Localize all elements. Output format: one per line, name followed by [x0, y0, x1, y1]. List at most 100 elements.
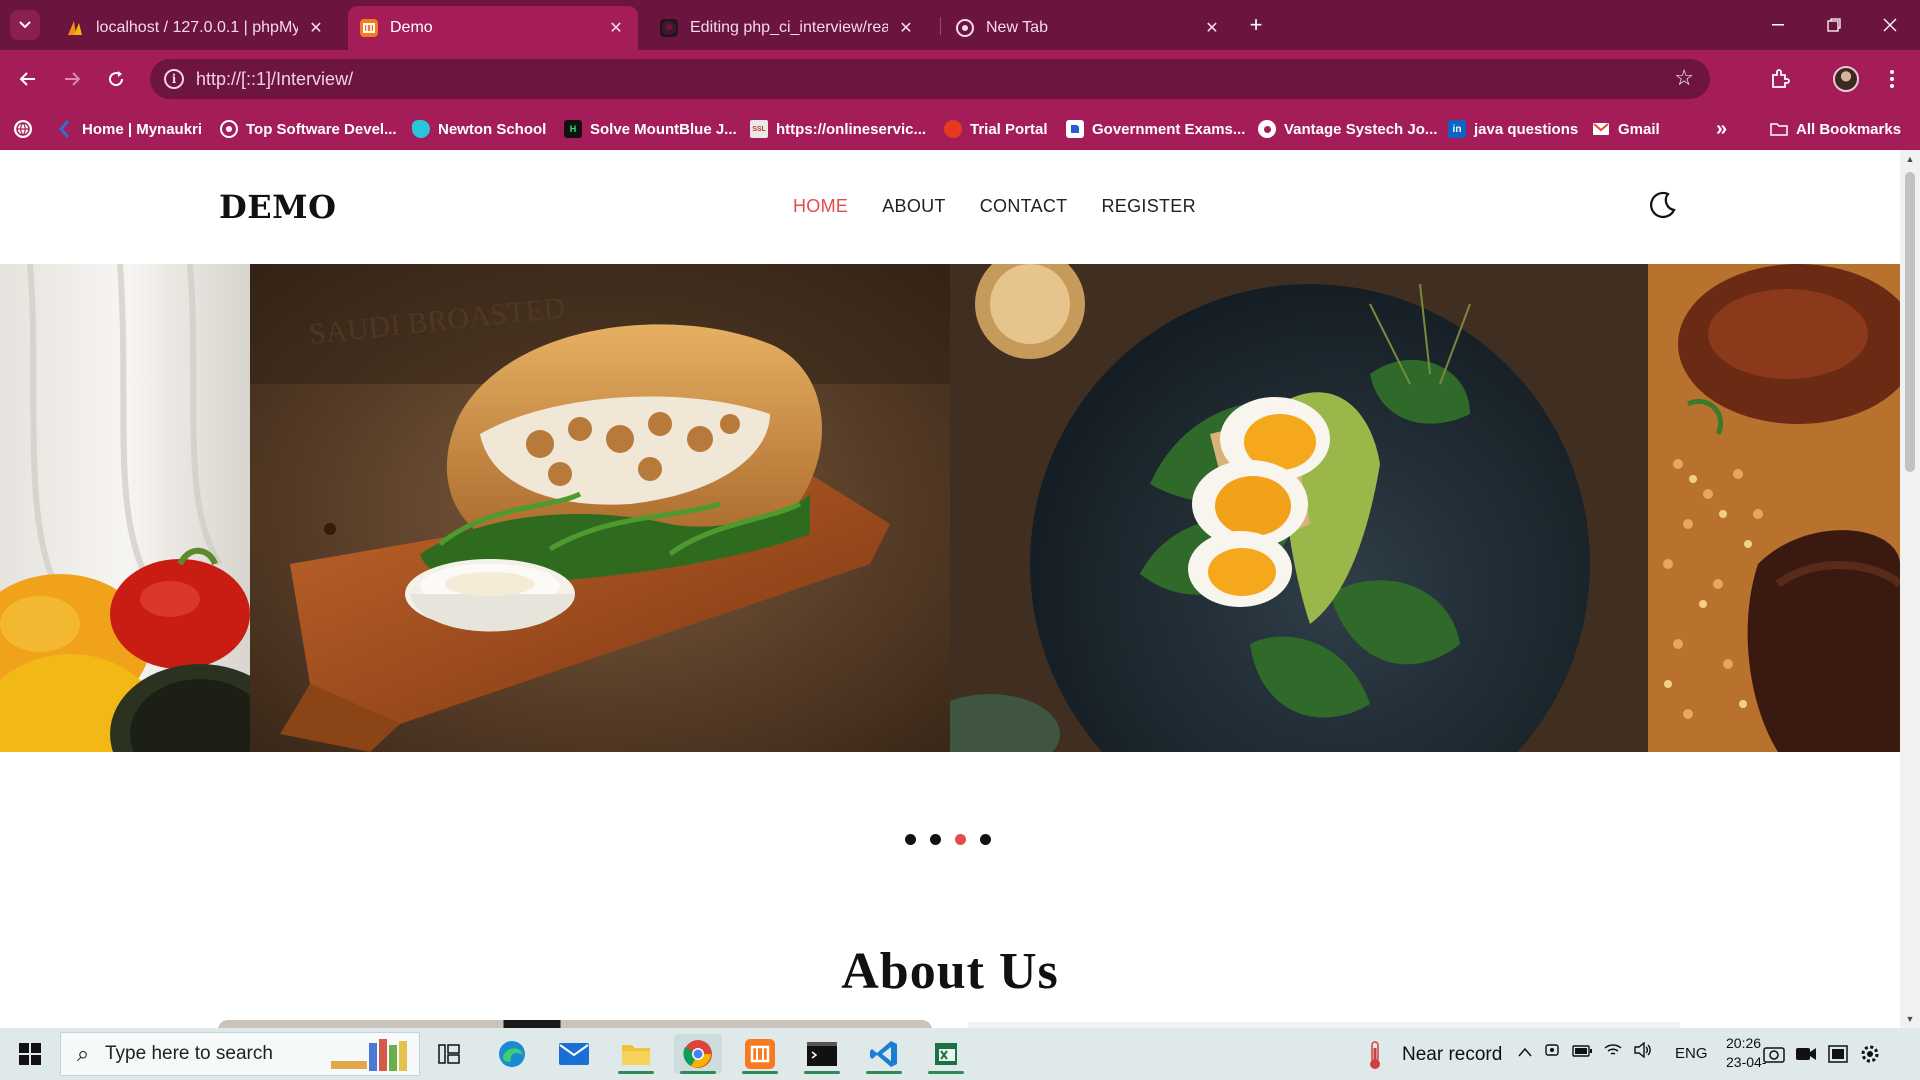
clock[interactable]: 20:26 23-04-	[1726, 1034, 1766, 1072]
bookmark-item[interactable]: Newton School	[412, 118, 546, 140]
close-window-button[interactable]	[1862, 0, 1918, 50]
bookmark-item[interactable]: Vantage Systech Jo...	[1258, 118, 1437, 140]
url-text[interactable]: http://[::1]/Interview/	[196, 69, 353, 90]
gmail-icon	[1592, 120, 1610, 138]
address-bar[interactable]: i http://[::1]/Interview/ ☆	[150, 59, 1710, 99]
tab-search-button[interactable]	[10, 10, 40, 40]
terminal-icon	[807, 1042, 837, 1066]
settings-icon[interactable]	[1858, 1042, 1882, 1066]
back-button[interactable]	[12, 63, 44, 95]
page-scrollbar[interactable]: ▲ ▼	[1900, 150, 1920, 1028]
bookmark-item[interactable]: SSL https://onlineservic...	[750, 118, 926, 140]
taskbar-excel[interactable]	[922, 1034, 970, 1074]
avatar	[1833, 66, 1859, 92]
search-icon: ⌕	[76, 1041, 90, 1066]
screen-capture-icon[interactable]	[1762, 1042, 1786, 1066]
linkedin-icon: in	[1448, 120, 1466, 138]
bookmark-star-icon[interactable]: ☆	[1674, 65, 1694, 91]
taskbar-search[interactable]: ⌕ Type here to search	[60, 1032, 420, 1076]
volume-icon[interactable]	[1634, 1041, 1652, 1063]
meet-now-icon[interactable]	[1544, 1042, 1560, 1063]
scroll-down-arrow-icon[interactable]: ▼	[1904, 1014, 1916, 1024]
xampp-icon	[360, 19, 378, 37]
taskbar-edge[interactable]	[488, 1034, 536, 1074]
minimize-button[interactable]	[1750, 0, 1806, 50]
bookmark-item[interactable]: in java questions	[1448, 118, 1578, 140]
window-snap-icon[interactable]	[1826, 1042, 1850, 1066]
carousel-dot[interactable]	[980, 834, 991, 845]
bookmark-item[interactable]: Trial Portal	[944, 118, 1048, 140]
bookmark-label: https://onlineservic...	[776, 120, 927, 138]
globe-icon	[14, 120, 32, 138]
all-bookmarks-button[interactable]: All Bookmarks	[1770, 118, 1901, 140]
nav-home[interactable]: HOME	[793, 196, 848, 217]
puzzle-icon	[1772, 69, 1790, 88]
extensions-button[interactable]	[1764, 63, 1796, 95]
bookmark-label: All Bookmarks	[1796, 120, 1902, 138]
start-button[interactable]	[10, 1038, 50, 1070]
scroll-thumb[interactable]	[1905, 172, 1915, 472]
bookmark-label: Government Exams...	[1092, 120, 1246, 138]
taskbar-vscode[interactable]	[860, 1034, 908, 1074]
bookmarks-overflow-button[interactable]: »	[1716, 118, 1727, 140]
profile-button[interactable]	[1830, 63, 1862, 95]
about-image	[218, 1020, 932, 1028]
restore-button[interactable]	[1806, 0, 1862, 50]
theme-toggle-button[interactable]	[1646, 188, 1680, 222]
mail-icon	[559, 1043, 589, 1065]
windows-icon	[19, 1043, 41, 1065]
tab-github[interactable]: Editing php_ci_interview/readme ✕	[648, 6, 928, 50]
spreadsheet-icon	[935, 1043, 957, 1065]
taskbar-task-view[interactable]	[425, 1034, 473, 1074]
wifi-icon[interactable]	[1604, 1043, 1622, 1062]
bookmark-item[interactable]: Government Exams...	[1066, 118, 1245, 140]
restore-icon	[1827, 18, 1841, 32]
bookmark-item[interactable]: Home | Mynaukri	[56, 118, 202, 140]
video-camera-icon[interactable]	[1794, 1042, 1818, 1066]
battery-icon[interactable]	[1572, 1044, 1592, 1062]
carousel-dot[interactable]	[905, 834, 916, 845]
windows-taskbar: ⌕ Type here to search Near record ENG 20…	[0, 1028, 1920, 1080]
tab-title: Editing php_ci_interview/readme	[690, 19, 888, 36]
hackerearth-icon: H	[564, 120, 582, 138]
tab-demo[interactable]: Demo ✕	[348, 6, 638, 50]
bookmark-item[interactable]: Gmail	[1592, 118, 1660, 140]
bookmark-item[interactable]: Top Software Devel...	[220, 118, 397, 140]
carousel-dot-active[interactable]	[955, 834, 966, 845]
tab-close-icon[interactable]: ✕	[306, 18, 326, 38]
tab-close-icon[interactable]: ✕	[896, 18, 916, 38]
task-view-icon	[438, 1044, 460, 1064]
nav-about[interactable]: ABOUT	[882, 196, 946, 217]
taskbar-terminal[interactable]	[798, 1034, 846, 1074]
taskbar-mail[interactable]	[550, 1034, 598, 1074]
hero-carousel[interactable]: SAUDI BROASTED	[0, 264, 1900, 752]
tab-close-icon[interactable]: ✕	[606, 18, 626, 38]
tab-new-tab[interactable]: New Tab ✕	[944, 6, 1234, 50]
govexam-icon	[1066, 120, 1084, 138]
bookmark-label: Newton School	[438, 120, 547, 138]
xampp-icon	[745, 1039, 775, 1069]
chevron-up-icon[interactable]	[1518, 1044, 1532, 1062]
reload-button[interactable]	[100, 63, 132, 95]
browser-menu-button[interactable]	[1876, 63, 1908, 95]
tab-close-icon[interactable]: ✕	[1202, 18, 1222, 38]
taskbar-file-explorer[interactable]	[612, 1034, 660, 1074]
vscode-icon	[870, 1041, 897, 1067]
nav-contact[interactable]: CONTACT	[980, 196, 1068, 217]
forward-button[interactable]	[56, 63, 88, 95]
language-indicator[interactable]: ENG	[1675, 1045, 1708, 1062]
arrow-right-icon	[65, 72, 81, 86]
tab-phpmyadmin[interactable]: localhost / 127.0.0.1 | phpMyAdmin ✕	[54, 6, 338, 50]
site-info-icon[interactable]: i	[164, 69, 184, 89]
new-tab-button[interactable]: +	[1242, 12, 1270, 40]
weather-widget[interactable]: Near record	[1364, 1040, 1502, 1070]
carousel-dot[interactable]	[930, 834, 941, 845]
bookmark-item[interactable]: H Solve MountBlue J...	[564, 118, 737, 140]
site-logo[interactable]: DEMO	[219, 188, 336, 226]
taskbar-xampp[interactable]	[736, 1034, 784, 1074]
nav-register[interactable]: REGISTER	[1101, 196, 1195, 217]
taskbar-chrome[interactable]	[674, 1034, 722, 1074]
clock-date: 23-04-	[1726, 1054, 1767, 1070]
scroll-up-arrow-icon[interactable]: ▲	[1904, 154, 1916, 164]
bookmark-apps[interactable]	[14, 118, 40, 140]
